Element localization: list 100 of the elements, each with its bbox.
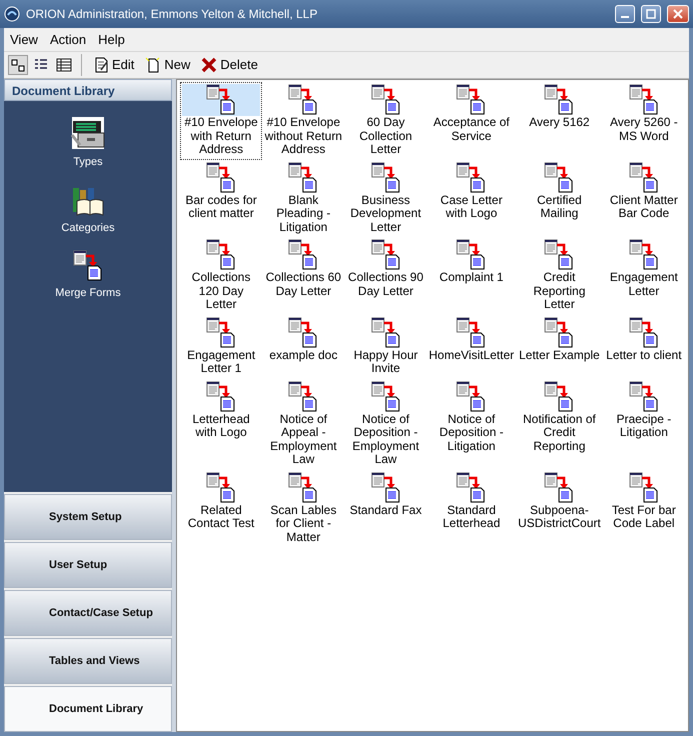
document-item[interactable]: Acceptance of Service: [426, 82, 516, 160]
merge-form-icon: [288, 84, 318, 116]
document-item[interactable]: Collections 60 Day Letter: [262, 237, 345, 314]
document-item[interactable]: Client Matter Bar Code: [602, 160, 685, 237]
document-item[interactable]: example doc: [262, 314, 345, 378]
new-document-icon: [145, 57, 162, 73]
merge-form-icon: [544, 316, 574, 348]
document-item[interactable]: Blank Pleading - Litigation: [262, 160, 345, 237]
merge-form-icon: [456, 162, 486, 194]
merge-form-icon: [288, 380, 318, 412]
panel-header: Document Library: [4, 79, 172, 101]
merge-form-icon: [544, 380, 574, 412]
document-item[interactable]: Credit Reporting Letter: [516, 237, 603, 314]
document-item[interactable]: Notice of Deposition - Employment Law: [344, 378, 427, 470]
document-item[interactable]: Praecipe - Litigation: [602, 378, 685, 470]
close-button[interactable]: [667, 5, 689, 23]
document-item[interactable]: 60 Day Collection Letter: [344, 82, 427, 160]
document-item[interactable]: #10 Envelope without Return Address: [262, 82, 345, 160]
document-item[interactable]: Avery 5162: [516, 82, 603, 160]
merge-form-icon: [288, 162, 318, 194]
document-item[interactable]: Bar codes for client matter: [180, 160, 262, 237]
document-item[interactable]: Letter Example: [516, 314, 603, 378]
document-item[interactable]: Collections 90 Day Letter: [344, 237, 427, 314]
sidebar-item[interactable]: Merge Forms: [55, 250, 121, 302]
merge-form-icon: [544, 472, 574, 504]
toolbar-button[interactable]: Delete: [197, 55, 262, 75]
menu-item[interactable]: Action: [44, 28, 92, 52]
document-item[interactable]: #10 Envelope with Return Address: [180, 82, 262, 160]
close-icon: [673, 9, 683, 19]
document-item[interactable]: Test For bar Code Label: [602, 470, 685, 547]
merge-form-icon: [206, 162, 236, 194]
menu-item[interactable]: View: [4, 28, 44, 52]
maximize-icon: [646, 9, 656, 19]
section-button[interactable]: Document Library: [4, 686, 172, 732]
merge-form-icon: [206, 380, 236, 412]
view-button[interactable]: [8, 55, 28, 75]
edit-icon: [93, 57, 109, 73]
merge-form-icon: [73, 250, 103, 282]
document-item[interactable]: Notification of Credit Reporting: [516, 378, 603, 470]
maximize-button[interactable]: [641, 5, 661, 23]
document-item[interactable]: HomeVisitLetter: [426, 314, 516, 378]
app-icon: [4, 6, 20, 22]
file-drawer-icon: [70, 115, 106, 151]
document-item[interactable]: Business Development Letter: [344, 160, 427, 237]
merge-form-icon: [206, 239, 236, 271]
merge-form-icon: [288, 316, 318, 348]
document-item[interactable]: Related Contact Test: [180, 470, 262, 547]
document-item[interactable]: Certified Mailing: [516, 160, 603, 237]
merge-form-icon: [628, 84, 659, 116]
merge-form-icon: [370, 239, 401, 271]
merge-form-icon: [288, 239, 318, 271]
document-item[interactable]: Engagement Letter: [602, 237, 685, 314]
document-item[interactable]: Subpoena-USDistrictCourt: [516, 470, 603, 547]
window-title: ORION Administration, Emmons Yelton & Mitchell, LLP: [26, 6, 318, 23]
merge-form-icon: [456, 84, 486, 116]
minimize-button[interactable]: [615, 5, 635, 23]
menu-item[interactable]: Help: [92, 28, 131, 52]
merge-form-icon: [628, 239, 659, 271]
merge-form-icon: [628, 380, 659, 412]
merge-form-icon: [206, 316, 236, 348]
merge-form-icon: [370, 472, 401, 504]
toolbar-button[interactable]: Edit: [89, 55, 138, 75]
merge-form-icon: [370, 162, 401, 194]
document-item[interactable]: Letterhead with Logo: [180, 378, 262, 470]
merge-form-icon: [456, 380, 486, 412]
document-item[interactable]: Standard Fax: [344, 470, 427, 547]
document-item[interactable]: Notice of Appeal - Employment Law: [262, 378, 345, 470]
document-item[interactable]: Collections 120 Day Letter: [180, 237, 262, 314]
document-item[interactable]: Notice of Deposition - Litigation: [426, 378, 516, 470]
merge-form-icon: [456, 239, 486, 271]
document-item[interactable]: Engagement Letter 1: [180, 314, 262, 378]
section-button[interactable]: Tables and Views: [4, 638, 172, 684]
merge-form-icon: [628, 316, 659, 348]
section-button[interactable]: Contact/Case Setup: [4, 590, 172, 636]
section-button[interactable]: User Setup: [4, 542, 172, 588]
document-item[interactable]: Standard Letterhead: [426, 470, 516, 547]
document-item[interactable]: Complaint 1: [426, 237, 516, 314]
document-item[interactable]: Scan Lables for Client - Matter: [262, 470, 345, 547]
details-view-icon: [56, 57, 72, 73]
merge-form-icon: [370, 84, 401, 116]
merge-form-icon: [370, 380, 401, 412]
sidebar-item[interactable]: Categories: [61, 184, 115, 236]
merge-form-icon: [628, 472, 659, 504]
merge-form-icon: [206, 472, 236, 504]
merge-form-icon: [206, 84, 236, 116]
minimize-icon: [621, 16, 629, 18]
merge-form-icon: [544, 162, 574, 194]
document-item[interactable]: Happy Hour Invite: [344, 314, 427, 378]
section-button[interactable]: System Setup: [4, 494, 172, 540]
sidebar-item[interactable]: Types: [70, 115, 106, 170]
large-icons-view-icon: [10, 57, 26, 73]
document-item[interactable]: Letter to client: [602, 314, 685, 378]
merge-form-icon: [456, 472, 486, 504]
document-item[interactable]: Case Letter with Logo: [426, 160, 516, 237]
merge-form-icon: [544, 84, 574, 116]
document-item[interactable]: Avery 5260 - MS Word: [602, 82, 685, 160]
merge-form-icon: [370, 316, 401, 348]
merge-form-icon: [628, 162, 659, 194]
toolbar-button[interactable]: New: [141, 55, 194, 75]
delete-icon: [201, 57, 218, 73]
